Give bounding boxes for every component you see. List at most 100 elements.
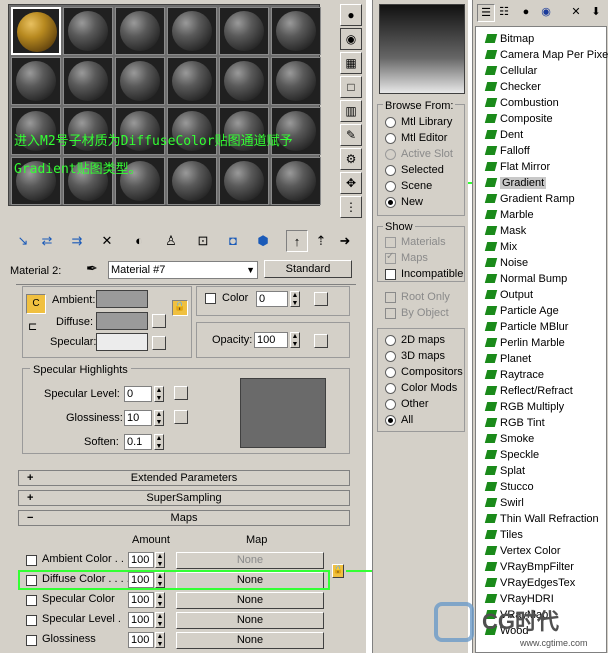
map-type-icon <box>484 562 498 571</box>
show-option: Maps <box>401 252 428 264</box>
map-list-item[interactable]: Noise <box>484 255 528 271</box>
map-type-icon <box>484 98 498 107</box>
show-checkbox[interactable]: ✓ <box>385 251 396 264</box>
map-list-item[interactable]: Tiles <box>484 527 523 543</box>
map-list-item[interactable]: VRayBmpFilter <box>484 559 574 575</box>
show-checkbox[interactable] <box>385 269 396 280</box>
browse-from-option: Selected <box>401 164 444 176</box>
map-list-item[interactable]: Vertex Color <box>484 543 561 559</box>
map-list-item-label: Stucco <box>500 481 534 493</box>
map-list-item[interactable]: Combustion <box>484 95 559 111</box>
map-type-radio[interactable] <box>385 399 396 410</box>
browse-from-radio[interactable] <box>385 197 396 208</box>
map-list-item[interactable]: Gradient Ramp <box>484 191 575 207</box>
map-type-radio[interactable] <box>385 383 396 394</box>
map-list-item-label: Dent <box>500 129 524 141</box>
map-list-item[interactable]: Particle Age <box>484 303 559 319</box>
map-list-item[interactable]: Thin Wall Refraction <box>484 511 599 527</box>
map-type-icon <box>484 130 498 139</box>
browse-from-radio[interactable] <box>385 181 396 192</box>
map-list-item[interactable]: Bitmap <box>484 31 534 47</box>
map-type-radio[interactable] <box>385 335 396 346</box>
map-list-item[interactable]: Perlin Marble <box>484 335 565 351</box>
map-type-icon <box>484 50 498 59</box>
map-type-option: 3D maps <box>401 350 446 362</box>
map-list-item[interactable]: Cellular <box>484 63 537 79</box>
root-only-checkbox[interactable] <box>385 292 396 303</box>
map-list-item-label: Output <box>500 289 534 301</box>
map-list-item[interactable]: Speckle <box>484 447 539 463</box>
view-small-icons-icon[interactable]: ● <box>517 4 535 22</box>
map-list-item-label: VRayBmpFilter <box>500 561 574 573</box>
delete-icon[interactable]: ⬇ <box>587 4 605 22</box>
map-type-icon <box>484 210 498 219</box>
map-list-item-label: Raytrace <box>500 369 545 381</box>
browse-from-option: New <box>401 196 424 208</box>
map-list-item[interactable]: VRayEdgesTex <box>484 575 575 591</box>
map-type-radio[interactable] <box>385 367 396 378</box>
by-object-checkbox[interactable] <box>385 308 396 319</box>
map-type-radio[interactable] <box>385 351 396 362</box>
map-list-item-label: RGB Multiply <box>500 401 565 413</box>
map-type-icon <box>484 546 498 555</box>
map-list-item-label: Mask <box>500 225 527 237</box>
map-list-item-label: Composite <box>500 113 553 125</box>
browse-from-radio[interactable] <box>385 149 396 160</box>
map-list-item[interactable]: RGB Multiply <box>484 399 565 415</box>
map-list-item-label: RGB Tint <box>500 417 545 429</box>
view-list-icon[interactable]: ☰ <box>477 4 495 22</box>
map-list-item[interactable]: Output <box>484 287 534 303</box>
map-list-item[interactable]: Raytrace <box>484 367 545 383</box>
map-list-item[interactable]: Falloff <box>484 143 530 159</box>
lock-icon[interactable]: 🔒 <box>332 564 344 578</box>
map-list-item[interactable]: Marble <box>484 207 534 223</box>
map-type-icon <box>484 306 498 315</box>
map-list-item[interactable]: Particle MBlur <box>484 319 568 335</box>
map-list-item[interactable]: Checker <box>484 79 541 95</box>
watermark-url: www.cgtime.com <box>520 638 588 648</box>
show-checkbox[interactable] <box>385 237 396 248</box>
map-list-item[interactable]: Smoke <box>484 431 535 447</box>
map-list-item[interactable]: Mask <box>484 223 527 239</box>
map-list-item-label: Gradient Ramp <box>500 193 575 205</box>
map-type-icon <box>484 418 498 427</box>
map-list-item[interactable]: Swirl <box>484 495 524 511</box>
map-list-item[interactable]: Splat <box>484 463 525 479</box>
map-list-item-label: Falloff <box>500 145 530 157</box>
map-list-item[interactable]: Dent <box>484 127 524 143</box>
watermark-brand: CG时代 <box>482 609 560 634</box>
browse-from-radio[interactable] <box>385 165 396 176</box>
view-list-icons-icon[interactable]: ☷ <box>495 4 513 22</box>
update-scene-icon[interactable]: ✕ <box>567 4 585 22</box>
map-list-item[interactable]: Flat Mirror <box>484 159 550 175</box>
map-type-list[interactable]: Bitmap Camera Map Per Pixel Cellular Checke… <box>475 26 608 653</box>
map-list-item-label: Planet <box>500 353 532 365</box>
map-type-option: Other <box>401 398 429 410</box>
map-list-item[interactable]: Normal Bump <box>484 271 567 287</box>
browse-from-radio[interactable] <box>385 117 396 128</box>
map-list-item[interactable]: Planet <box>484 351 532 367</box>
map-type-icon <box>484 354 498 363</box>
map-list-item[interactable]: Mix <box>484 239 518 255</box>
map-list-item[interactable]: Gradient <box>484 175 547 191</box>
view-large-icons-icon[interactable]: ◉ <box>537 4 555 22</box>
map-type-radio[interactable] <box>385 415 396 426</box>
map-type-icon <box>484 242 498 251</box>
map-list-item-label: Gradient <box>500 177 547 189</box>
map-type-icon <box>484 82 498 91</box>
map-list-item[interactable]: RGB Tint <box>484 415 545 431</box>
map-list-item[interactable]: Camera Map Per Pixel <box>484 47 608 63</box>
map-list-item-label: Camera Map Per Pixel <box>500 49 608 61</box>
map-list-item-label: Smoke <box>500 433 535 445</box>
map-list-item[interactable]: Stucco <box>484 479 534 495</box>
map-list-item-label: Vertex Color <box>500 545 561 557</box>
browse-from-option: Mtl Library <box>401 116 453 128</box>
map-type-icon <box>484 322 498 331</box>
map-list-item[interactable]: Composite <box>484 111 553 127</box>
by-object-label: By Object <box>401 307 449 319</box>
map-type-icon <box>484 290 498 299</box>
map-type-icon <box>484 370 498 379</box>
map-list-item[interactable]: Reflect/Refract <box>484 383 573 399</box>
browse-from-radio[interactable] <box>385 133 396 144</box>
map-list-item-label: Mix <box>500 241 518 253</box>
